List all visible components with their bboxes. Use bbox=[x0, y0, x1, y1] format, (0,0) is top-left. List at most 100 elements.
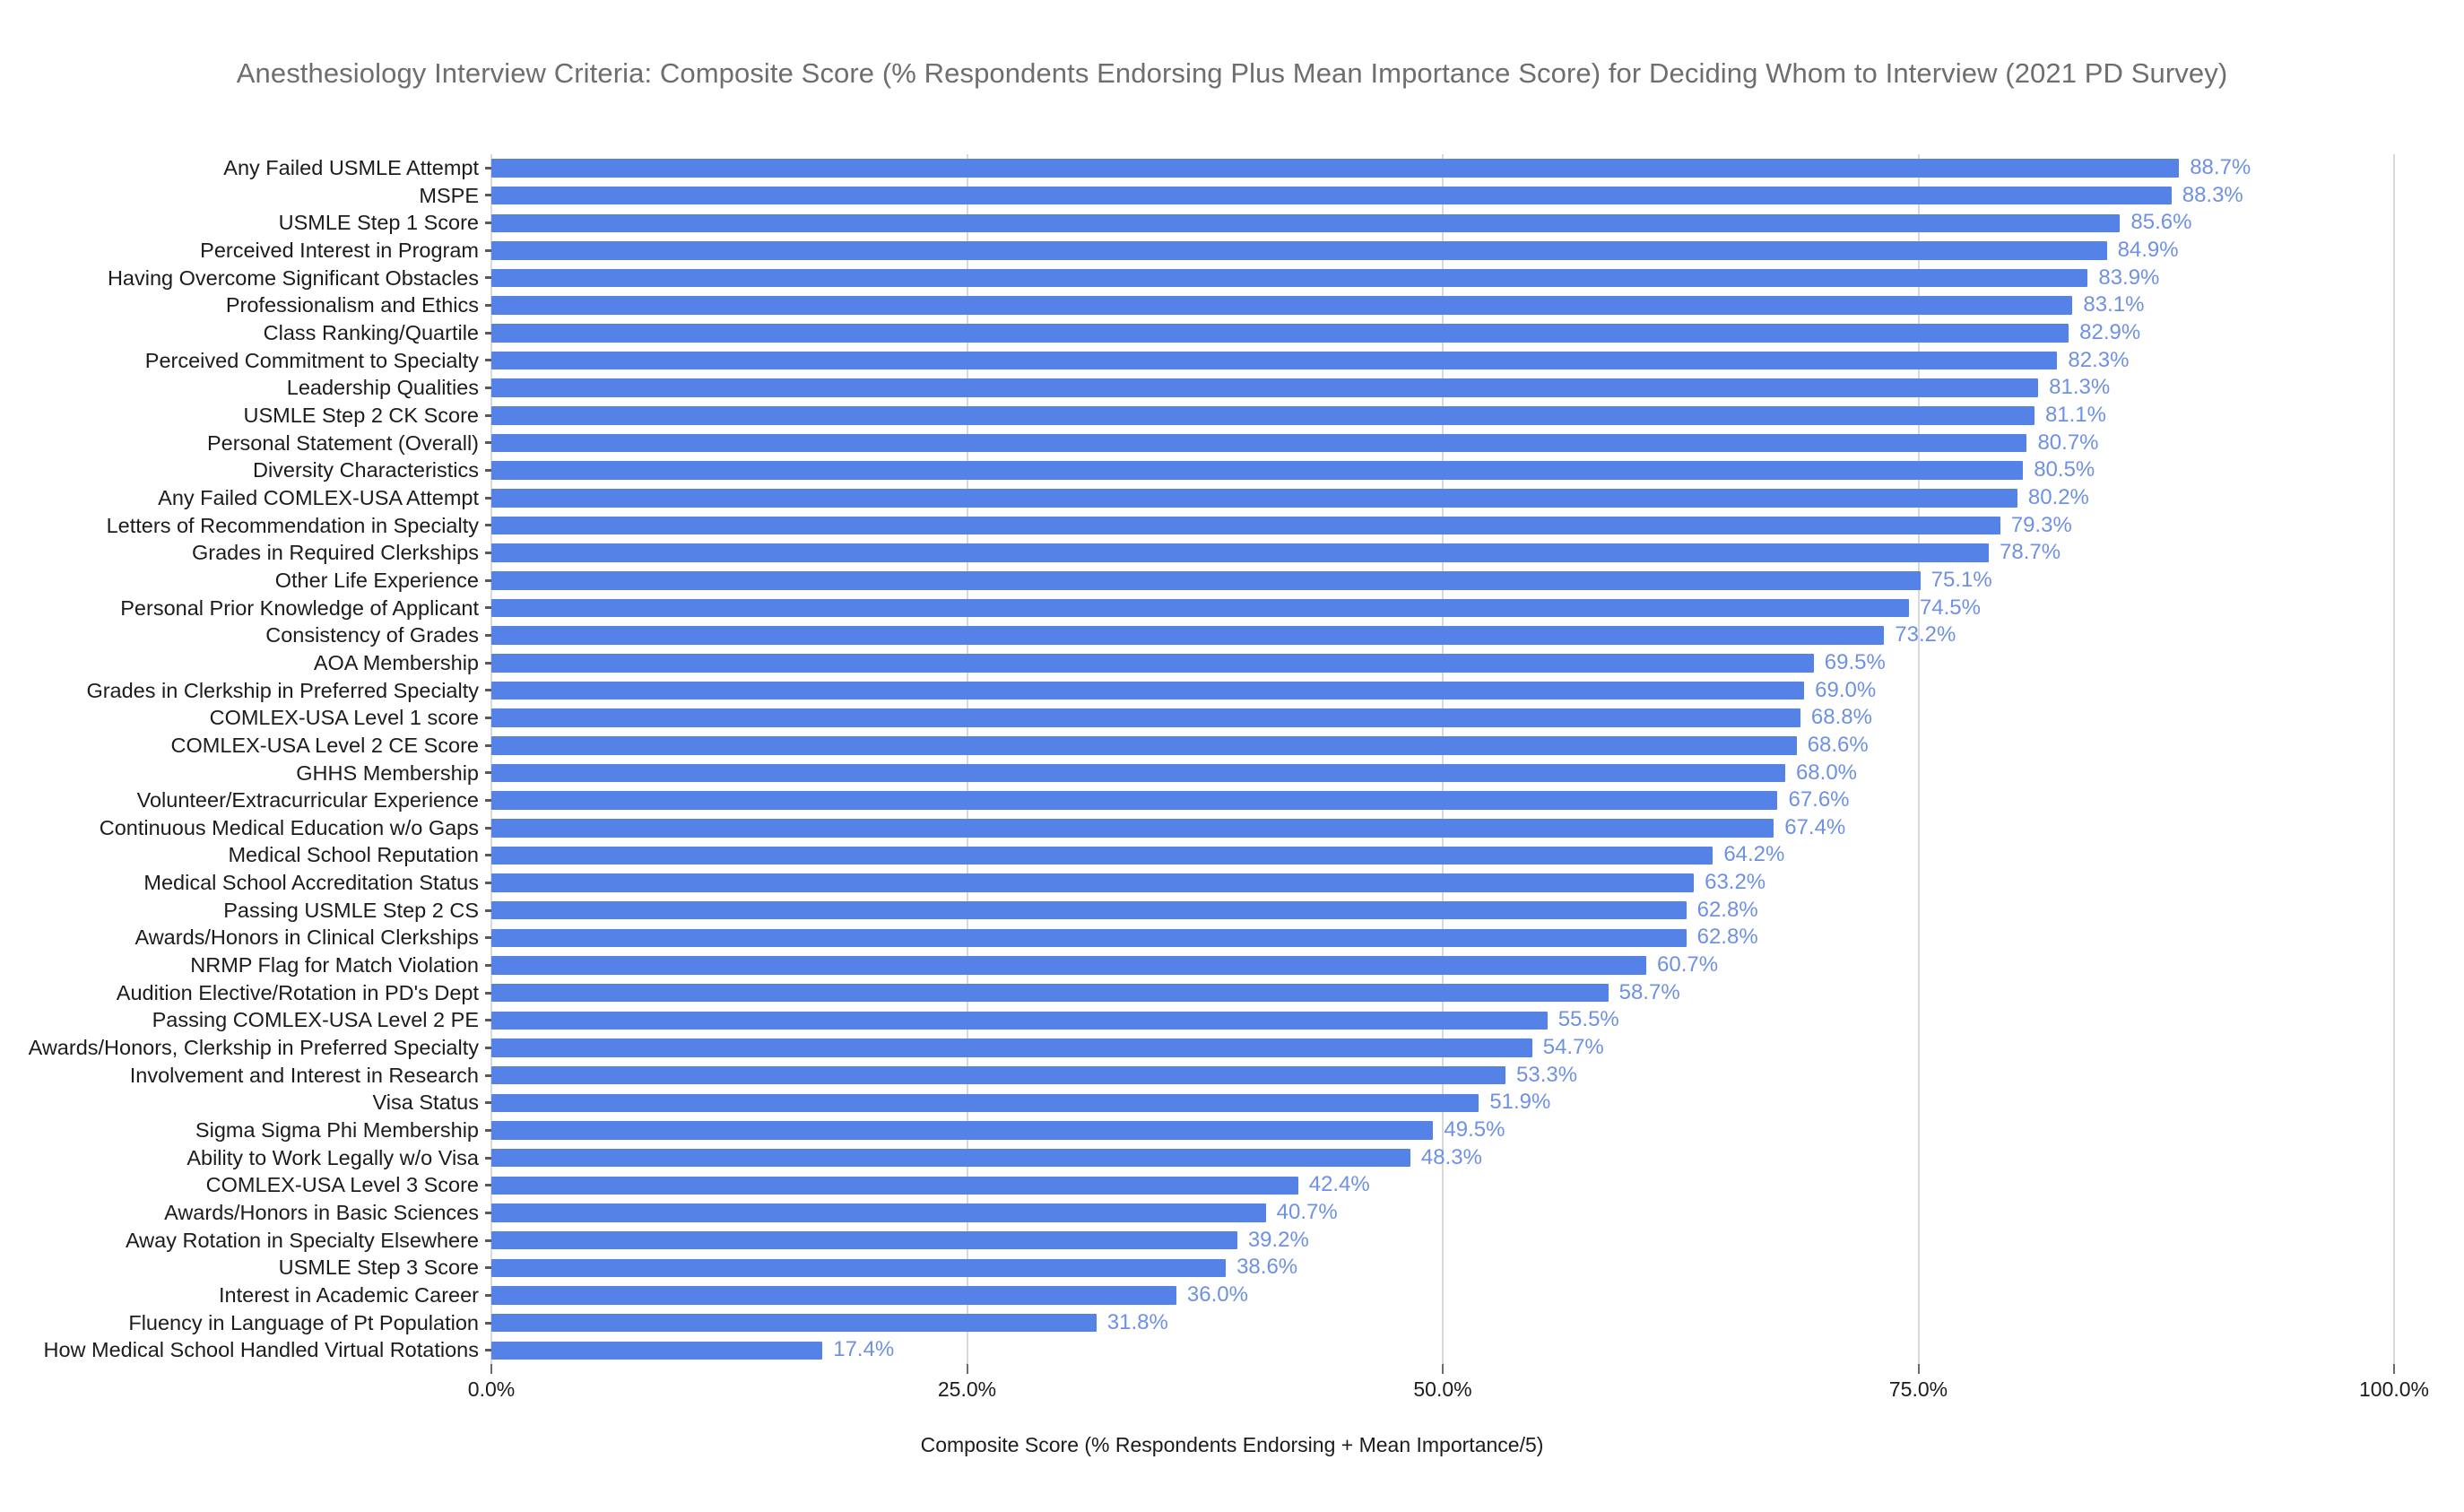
y-axis-category-label: Perceived Commitment to Specialty bbox=[144, 348, 479, 372]
x-tick-label: 100.0% bbox=[2358, 1377, 2430, 1401]
y-axis-category-label: Audition Elective/Rotation in PD's Dept bbox=[116, 980, 479, 1004]
bar-value-label: 80.7% bbox=[2037, 430, 2099, 455]
bar-value-label: 75.1% bbox=[1930, 567, 1992, 592]
bar-value-label: 81.3% bbox=[2049, 375, 2111, 400]
bar-value-label: 69.0% bbox=[1815, 677, 1877, 702]
bar-value-label: 62.8% bbox=[1696, 925, 1758, 950]
chart-row: Visa Status 51.9% bbox=[373, 1089, 2394, 1117]
y-tick-mark bbox=[485, 222, 491, 225]
x-tick-label: 0.0% bbox=[467, 1377, 516, 1401]
y-tick-mark bbox=[485, 524, 491, 527]
y-axis-category-label: Continuous Medical Education w/o Gaps bbox=[99, 815, 479, 839]
chart-row: Professionalism and Ethics 83.1% bbox=[226, 291, 2394, 319]
bar-value-label: 36.0% bbox=[1186, 1282, 1248, 1308]
y-tick-mark bbox=[485, 854, 491, 857]
chart-row: MSPE 88.3% bbox=[419, 182, 2394, 210]
bar bbox=[491, 846, 1714, 865]
bar-value-label: 55.5% bbox=[1557, 1007, 1619, 1032]
chart-row: Grades in Clerkship in Preferred Special… bbox=[86, 677, 2394, 705]
y-tick-mark bbox=[485, 689, 491, 692]
chart-row: Fluency in Language of Pt Population 31.8… bbox=[128, 1309, 2394, 1337]
y-axis-category-label: MSPE bbox=[419, 183, 479, 207]
y-axis-category-label: Leadership Qualities bbox=[286, 376, 479, 400]
y-tick-mark bbox=[485, 1073, 491, 1077]
chart-row: Involvement and Interest in Research 53.3… bbox=[130, 1062, 2394, 1090]
y-axis-category-label: How Medical School Handled Virtual Rotat… bbox=[43, 1338, 480, 1362]
bar-value-label: 82.3% bbox=[2068, 347, 2130, 372]
y-axis-category-label: Away Rotation in Specialty Elsewhere bbox=[125, 1228, 479, 1252]
bar bbox=[491, 1148, 1410, 1168]
bar bbox=[491, 1176, 1298, 1195]
bar bbox=[491, 571, 1921, 590]
y-axis-category-label: Perceived Interest in Program bbox=[200, 238, 479, 262]
bar-value-label: 53.3% bbox=[1516, 1062, 1578, 1087]
bar bbox=[491, 791, 1778, 810]
x-tick-label: 50.0% bbox=[1413, 1377, 1472, 1401]
bar-value-label: 67.6% bbox=[1788, 787, 1850, 812]
y-axis-category-label: Awards/Honors in Clinical Clerkships bbox=[134, 925, 479, 950]
bar-value-label: 38.6% bbox=[1236, 1255, 1298, 1280]
chart-row: Any Failed USMLE Attempt 88.7% bbox=[223, 154, 2394, 182]
chart-row: GHHS Membership 68.0% bbox=[296, 760, 2394, 787]
chart-row: Awards/Honors, Clerkship in Preferred Sp… bbox=[29, 1034, 2394, 1062]
y-axis-category-label: Having Overcome Significant Obstacles bbox=[107, 265, 479, 290]
x-tick-mark bbox=[490, 1364, 492, 1374]
chart-row: Grades in Required Clerkships 78.7% bbox=[192, 539, 2394, 567]
y-tick-mark bbox=[485, 1321, 491, 1325]
y-tick-mark bbox=[485, 1184, 491, 1187]
chart-row: Diversity Characteristics 80.5% bbox=[253, 456, 2394, 484]
y-axis-category-label: Letters of Recommendation in Specialty bbox=[106, 513, 479, 537]
x-axis-title: Composite Score (% Respondents Endorsing… bbox=[920, 1433, 1544, 1456]
bar-value-label: 63.2% bbox=[1705, 870, 1766, 895]
bar-value-label: 88.3% bbox=[2182, 182, 2243, 207]
y-tick-mark bbox=[485, 634, 491, 638]
y-tick-mark bbox=[485, 991, 491, 995]
y-tick-mark bbox=[485, 469, 491, 473]
y-axis-category-label: Interest in Academic Career bbox=[219, 1283, 479, 1308]
bar bbox=[491, 461, 2024, 480]
chart-row: Passing COMLEX-USA Level 2 PE 55.5% bbox=[152, 1006, 2394, 1034]
chart-row: Volunteer/Extracurricular Experience 67.6… bbox=[137, 786, 2394, 814]
bar bbox=[491, 900, 1687, 920]
bar bbox=[491, 1258, 1227, 1278]
bar bbox=[491, 489, 2017, 508]
y-axis-category-label: Awards/Honors in Basic Sciences bbox=[164, 1201, 479, 1225]
bar-value-label: 84.9% bbox=[2117, 237, 2179, 262]
chart-row: Awards/Honors in Clinical Clerkships 62.8… bbox=[134, 924, 2394, 952]
bar bbox=[491, 1011, 1548, 1030]
bar-value-label: 51.9% bbox=[1489, 1090, 1551, 1115]
bar-value-label: 80.5% bbox=[2034, 457, 2095, 482]
bar-value-label: 60.7% bbox=[1657, 952, 1719, 978]
chart-row: Personal Prior Knowledge of Applicant 74.… bbox=[120, 595, 2394, 622]
x-tick-mark bbox=[1442, 1364, 1444, 1374]
bar bbox=[491, 324, 2069, 343]
bar bbox=[491, 1286, 1176, 1305]
y-tick-mark bbox=[485, 166, 491, 169]
bar bbox=[491, 1093, 1479, 1113]
bar bbox=[491, 543, 1989, 562]
bar-value-label: 73.2% bbox=[1895, 622, 1956, 647]
bar-value-label: 54.7% bbox=[1542, 1035, 1604, 1060]
chart-row: Class Ranking/Quartile 82.9% bbox=[264, 319, 2394, 347]
y-tick-mark bbox=[485, 963, 491, 967]
y-axis-category-label: COMLEX-USA Level 2 CE Score bbox=[170, 733, 480, 757]
bar bbox=[491, 406, 2035, 425]
bar-value-label: 67.4% bbox=[1784, 814, 1846, 839]
bar-value-label: 80.2% bbox=[2027, 484, 2089, 509]
y-axis-category-label: USMLE Step 1 Score bbox=[278, 211, 479, 235]
y-tick-mark bbox=[485, 1293, 491, 1297]
chart-row: Awards/Honors in Basic Sciences 40.7% bbox=[164, 1199, 2394, 1227]
bar bbox=[491, 241, 2107, 260]
bar-value-label: 17.4% bbox=[833, 1337, 895, 1362]
bar-value-label: 79.3% bbox=[2010, 512, 2072, 537]
y-axis-category-label: Awards/Honors, Clerkship in Preferred Sp… bbox=[28, 1036, 479, 1060]
chart-row: Ability to Work Legally w/o Visa 48.3% bbox=[187, 1144, 2394, 1172]
y-axis-category-label: Visa Status bbox=[372, 1091, 479, 1115]
bar bbox=[491, 1204, 1266, 1222]
y-tick-mark bbox=[485, 661, 491, 665]
y-tick-mark bbox=[485, 717, 491, 719]
chart-row: AOA Membership 69.5% bbox=[314, 649, 2394, 677]
chart-row: COMLEX-USA Level 1 score 68.8% bbox=[210, 704, 2394, 732]
page-title: Anesthesiology Interview Criteria: Compo… bbox=[236, 57, 2228, 89]
bar bbox=[491, 1038, 1532, 1057]
